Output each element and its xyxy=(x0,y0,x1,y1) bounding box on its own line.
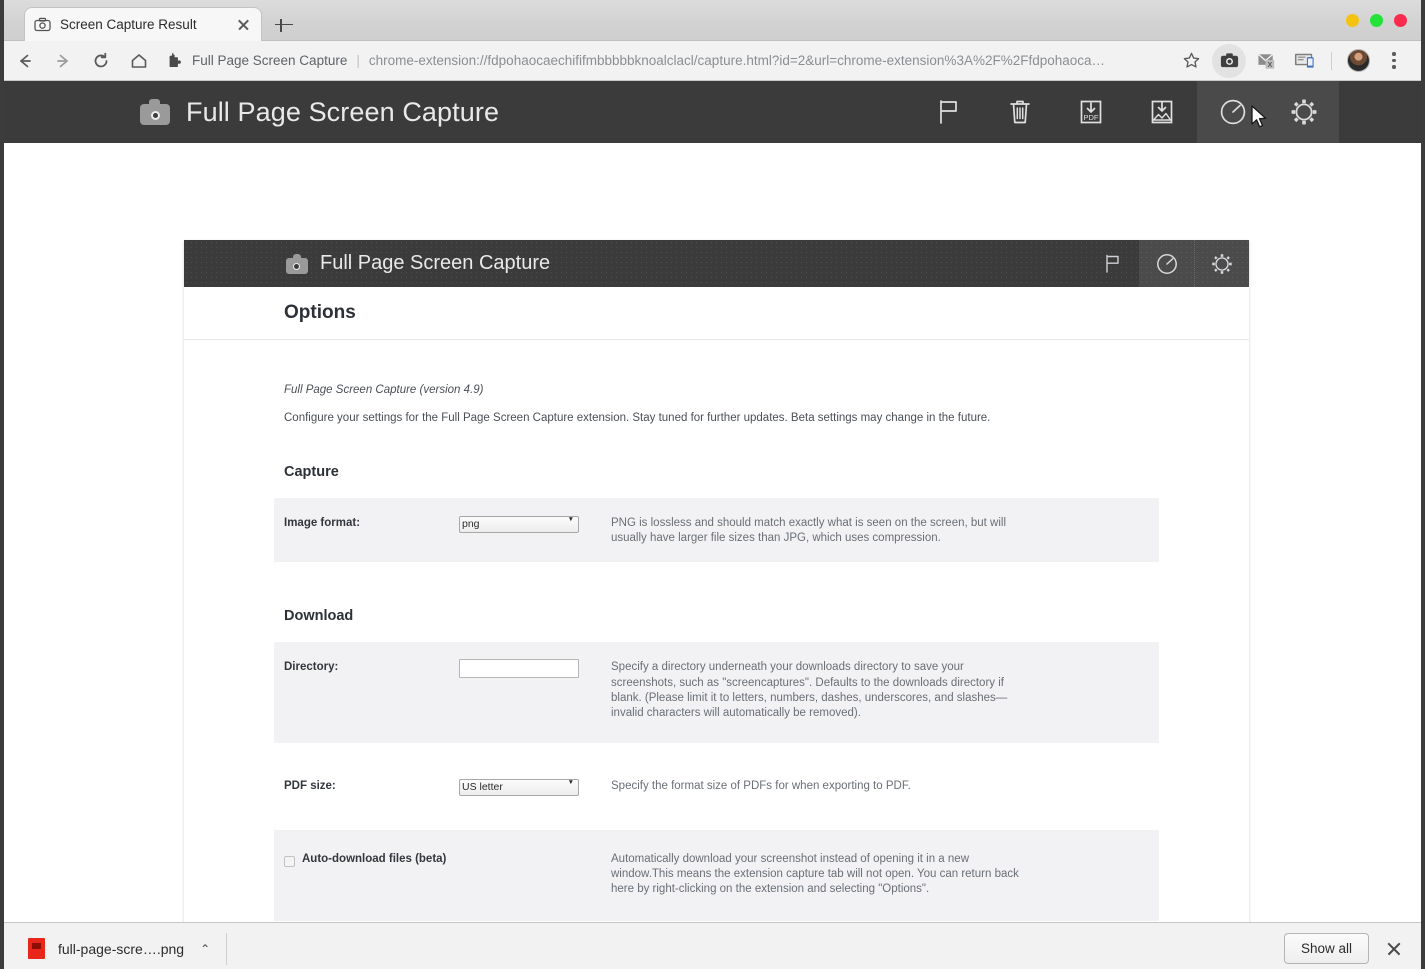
row-description: Specify the format size of PDFs for when… xyxy=(611,780,911,793)
downloads-bar-right: Show all xyxy=(1283,933,1421,964)
history-clock-icon[interactable] xyxy=(1197,81,1268,143)
row-directory: Directory: Specify a directory underneat… xyxy=(274,642,1159,744)
extension-actions: PDF xyxy=(913,81,1339,143)
auto-download-checkbox[interactable] xyxy=(284,855,295,867)
row-control xyxy=(459,658,599,678)
screenshot-logo: Full Page Screen Capture xyxy=(286,252,550,275)
download-item[interactable]: full-page-scre….png ⌃ xyxy=(20,929,216,969)
download-image-icon[interactable] xyxy=(1126,81,1197,143)
omnibox-extension-name: Full Page Screen Capture xyxy=(192,53,348,68)
browser-titlebar: Screen Capture Result xyxy=(4,0,1421,41)
browser-tab[interactable]: Screen Capture Result xyxy=(24,7,262,41)
row-control: US letter xyxy=(459,777,599,796)
captured-screenshot: Full Page Screen Capture Options Full Pa… xyxy=(184,240,1249,922)
maximize-button[interactable] xyxy=(1370,14,1383,27)
extension-logo: Full Page Screen Capture xyxy=(140,97,499,128)
row-description: PNG is lossless and should match exactly… xyxy=(611,517,1007,545)
svg-text:PDF: PDF xyxy=(1083,113,1098,122)
email-export-icon[interactable]: X xyxy=(1250,44,1284,78)
screenshot-header: Full Page Screen Capture xyxy=(184,240,1249,287)
section-title-download: Download xyxy=(284,608,354,625)
reload-button[interactable] xyxy=(84,44,118,78)
download-filename: full-page-scre….png xyxy=(58,940,185,957)
bookmark-star-icon[interactable] xyxy=(1174,44,1208,78)
omnibox-separator: | xyxy=(356,53,360,68)
camera-icon xyxy=(34,16,51,33)
window-controls xyxy=(1346,0,1407,41)
camera-icon xyxy=(286,253,308,274)
omnibox-url: chrome-extension://fdpohaocaechififmbbbb… xyxy=(368,53,1106,68)
settings-gear-icon[interactable] xyxy=(1194,240,1249,287)
meta-block: Full Page Screen Capture (version 4.9) C… xyxy=(284,384,1249,424)
downloads-divider xyxy=(226,932,228,965)
row-control: png xyxy=(459,514,599,533)
flag-report-icon[interactable] xyxy=(1084,240,1139,287)
pdf-file-icon xyxy=(28,938,45,959)
minimize-button[interactable] xyxy=(1346,14,1359,27)
page-title: Options xyxy=(284,302,356,323)
row-label: Auto-download files (beta) xyxy=(284,850,599,867)
toolbar-icons: X xyxy=(1172,43,1421,78)
download-pdf-icon[interactable]: PDF xyxy=(1055,81,1126,143)
tabstrip: Screen Capture Result xyxy=(4,0,1421,41)
address-bar[interactable]: Full Page Screen Capture | chrome-extens… xyxy=(166,47,1166,75)
downloads-bar: full-page-scre….png ⌃ Show all xyxy=(4,922,1421,969)
screenshot-actions xyxy=(1084,240,1249,287)
back-button[interactable] xyxy=(8,44,42,78)
chevron-up-icon[interactable]: ⌃ xyxy=(200,942,210,956)
row-label: Directory: xyxy=(284,661,339,674)
screen-capture-extension-icon[interactable] xyxy=(1212,43,1246,78)
tab-title: Screen Capture Result xyxy=(60,17,197,32)
description-text: Configure your settings for the Full Pag… xyxy=(284,412,991,424)
row-pdf-size: PDF size: US letter Specify the format s… xyxy=(274,761,1159,812)
row-description: Automatically download your screenshot i… xyxy=(611,852,1019,895)
page-viewport: Full Page Screen Capture PDF Full Page S… xyxy=(4,81,1421,922)
screenshot-title: Full Page Screen Capture xyxy=(320,252,551,274)
image-format-select[interactable]: png xyxy=(459,515,579,533)
close-downloads-bar-icon[interactable] xyxy=(1379,934,1409,964)
svg-text:X: X xyxy=(1267,61,1272,69)
camera-icon xyxy=(140,99,170,125)
toolbar-divider xyxy=(1331,51,1332,70)
directory-input[interactable] xyxy=(459,658,579,678)
row-auto-download: Auto-download files (beta) Automatically… xyxy=(274,829,1159,922)
options-body: Full Page Screen Capture (version 4.9) C… xyxy=(184,384,1249,922)
row-description: Specify a directory underneath your down… xyxy=(611,661,1008,719)
puzzle-piece-icon xyxy=(166,52,184,70)
history-clock-icon[interactable] xyxy=(1139,240,1194,287)
show-all-button[interactable]: Show all xyxy=(1283,933,1369,964)
extension-header: Full Page Screen Capture PDF xyxy=(4,81,1421,143)
extension-title: Full Page Screen Capture xyxy=(186,96,500,127)
flag-report-icon[interactable] xyxy=(913,81,984,143)
section-title-capture: Capture xyxy=(284,464,339,480)
trash-delete-icon[interactable] xyxy=(984,81,1055,143)
options-titlebar: Options xyxy=(184,287,1249,340)
close-icon[interactable] xyxy=(235,16,252,33)
row-image-format: Image format: png PNG is lossless and sh… xyxy=(274,498,1159,563)
new-tab-button[interactable] xyxy=(272,13,296,37)
avatar[interactable] xyxy=(1341,44,1375,78)
row-label: Image format: xyxy=(284,517,361,529)
pdf-size-select[interactable]: US letter xyxy=(459,778,579,796)
browser-toolbar: Full Page Screen Capture | chrome-extens… xyxy=(4,41,1421,128)
home-button[interactable] xyxy=(122,44,156,78)
forward-button[interactable] xyxy=(46,44,80,78)
version-text: Full Page Screen Capture (version 4.9) xyxy=(284,384,484,396)
presentation-icon[interactable] xyxy=(1288,44,1322,78)
settings-gear-icon[interactable] xyxy=(1268,81,1339,143)
kebab-menu-icon[interactable] xyxy=(1377,44,1411,78)
row-label: PDF size: xyxy=(284,780,336,793)
close-window-button[interactable] xyxy=(1394,14,1407,27)
browser-window: Screen Capture Result Full Page Screen C… xyxy=(0,0,1425,969)
auto-download-label: Auto-download files (beta) xyxy=(302,852,447,865)
